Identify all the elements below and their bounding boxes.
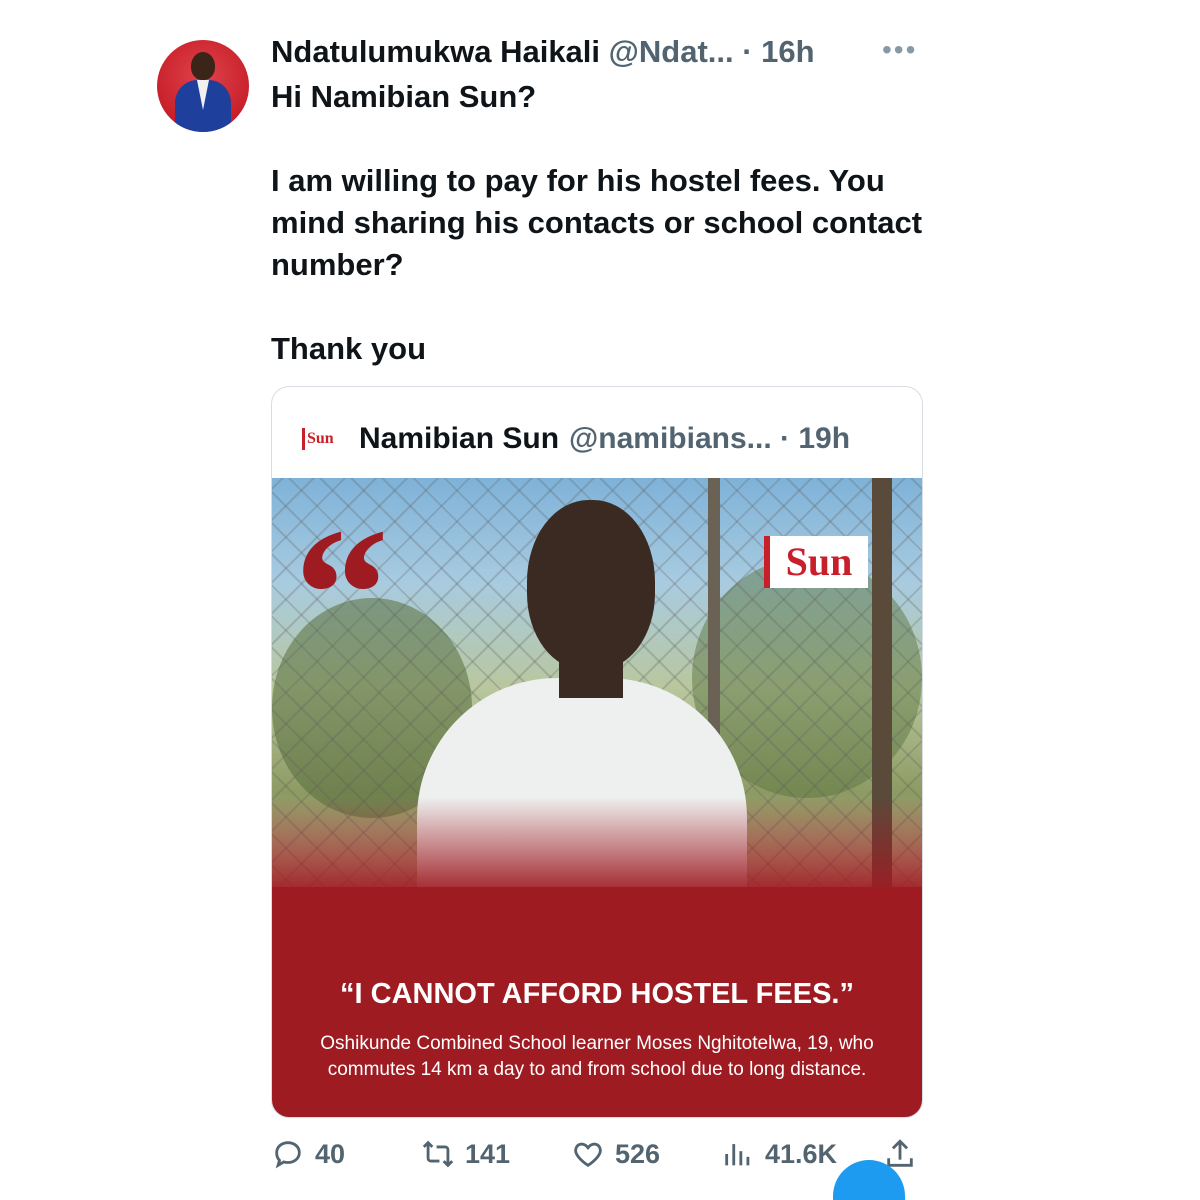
person-head (527, 500, 655, 670)
tweet-header: Ndatulumukwa Haikali @Ndat... · 16h (271, 32, 815, 72)
quoted-author-name[interactable]: Namibian Sun (359, 422, 559, 456)
reply-count: 40 (315, 1138, 346, 1169)
quoted-author-meta[interactable]: @namibians... · 19h (569, 422, 850, 456)
avatar[interactable] (157, 40, 249, 132)
banner-gradient (272, 797, 922, 897)
author-meta[interactable]: @Ndat... · 16h (609, 34, 815, 69)
tweet-line-thanks: Thank you (271, 331, 427, 366)
retweet-button[interactable]: 141 (421, 1134, 510, 1174)
action-bar: 40 141 526 41.6K (271, 1134, 931, 1174)
tweet-line-offer: I am willing to pay for his hostel fees.… (271, 163, 923, 282)
like-button[interactable]: 526 (571, 1134, 660, 1174)
views-count: 41.6K (765, 1138, 838, 1169)
like-icon (574, 1142, 602, 1168)
views-icon (725, 1144, 750, 1166)
tweet-line-greeting: Hi Namibian Sun? (271, 79, 537, 114)
views-button[interactable]: 41.6K (721, 1134, 837, 1174)
more-icon[interactable]: ••• (882, 34, 922, 66)
quote-caption: Oshikunde Combined School learner Moses … (320, 1033, 874, 1080)
namibian-sun-logo-large: Sun (764, 536, 868, 588)
quote-headline: “I CANNOT AFFORD HOSTEL FEES.” (340, 978, 854, 1010)
like-count: 526 (615, 1138, 661, 1169)
retweet-count: 141 (465, 1138, 511, 1169)
quoted-header: Sun Namibian Sun @namibians... · 19h (302, 419, 850, 459)
avatar-face (191, 52, 215, 80)
quote-mark-icon: “ (294, 490, 389, 700)
author-name[interactable]: Ndatulumukwa Haikali (271, 34, 600, 69)
namibian-sun-logo: Sun (302, 428, 347, 450)
retweet-icon (422, 1140, 454, 1168)
quoted-tweet-card[interactable]: Sun Namibian Sun @namibians... · 19h “ S… (271, 386, 923, 1118)
reply-button[interactable]: 40 (271, 1134, 345, 1174)
tweet-body: Hi Namibian Sun? I am willing to pay for… (271, 76, 951, 370)
reply-icon (275, 1141, 301, 1169)
